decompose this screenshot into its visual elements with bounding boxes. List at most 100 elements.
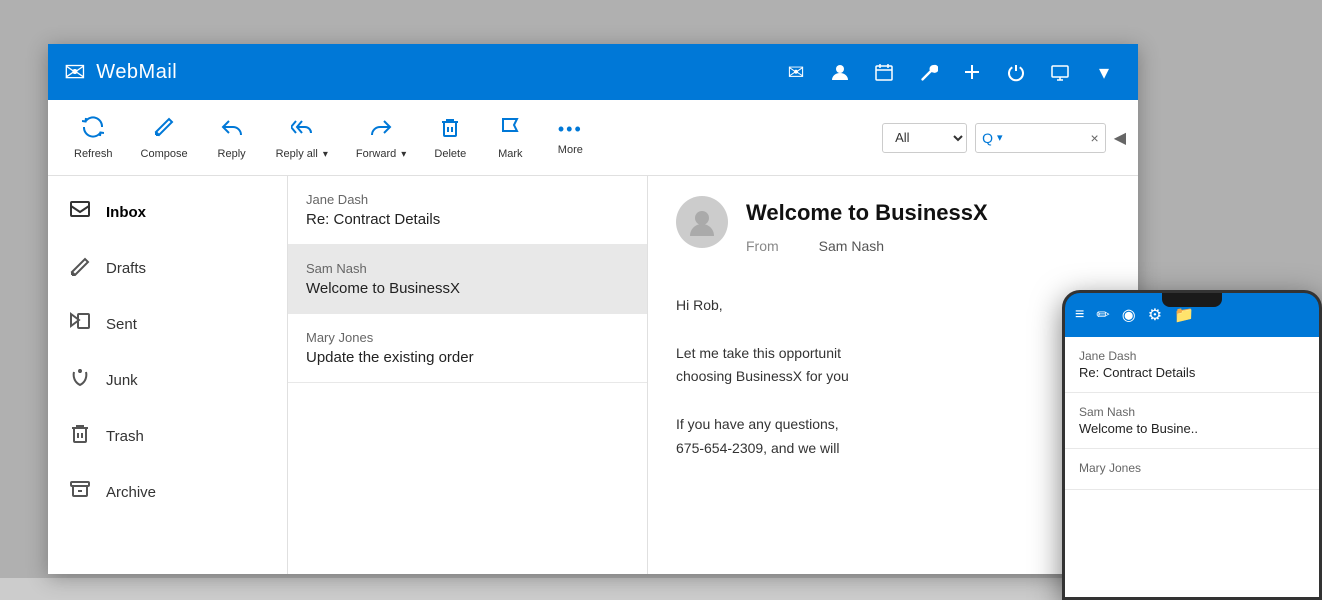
email-item-3[interactable]: Mary Jones Update the existing order <box>288 314 647 383</box>
search-input[interactable] <box>1007 130 1087 145</box>
mobile-folder-icon[interactable]: 📁 <box>1174 305 1194 325</box>
sidebar-item-archive[interactable]: Archive <box>48 464 287 520</box>
email-item-1[interactable]: Jane Dash Re: Contract Details <box>288 176 647 245</box>
mobile-overlay: ≡ ✏ ◉ ⚙ 📁 Jane Dash Re: Contract Details… <box>1062 290 1322 600</box>
email-body-line2: choosing BusinessX for you <box>676 365 1110 389</box>
mark-button[interactable]: Mark <box>480 110 540 166</box>
more-label: More <box>558 144 583 156</box>
sidebar-item-drafts[interactable]: Drafts <box>48 240 287 296</box>
main-window: ✉ WebMail ✉ <box>48 44 1138 574</box>
email-subject-2: Welcome to BusinessX <box>306 280 629 297</box>
email-subject-1: Re: Contract Details <box>306 211 629 228</box>
toolbar: Refresh Compose Reply Reply all ▾ <box>48 100 1138 176</box>
email-sender-2: Sam Nash <box>306 261 629 276</box>
forward-icon <box>370 116 392 144</box>
reply-all-button[interactable]: Reply all ▾ <box>262 110 342 166</box>
junk-icon <box>68 366 92 394</box>
wrench-nav-icon[interactable] <box>910 54 946 90</box>
delete-button[interactable]: Delete <box>420 110 480 166</box>
mobile-subject-2: Welcome to Busine.. <box>1079 421 1305 436</box>
filter-select[interactable]: All Unread Flagged <box>882 123 967 153</box>
more-button[interactable]: ••• More <box>540 113 600 162</box>
reply-button[interactable]: Reply <box>202 110 262 166</box>
drafts-icon <box>68 254 92 282</box>
archive-label: Archive <box>106 484 156 501</box>
mobile-edit-icon[interactable]: ✏ <box>1096 305 1109 325</box>
compose-button[interactable]: Compose <box>127 110 202 166</box>
compose-icon <box>153 116 175 144</box>
trash-label: Trash <box>106 428 144 445</box>
sent-icon <box>68 310 92 338</box>
email-from: From Sam Nash <box>746 238 1110 254</box>
forward-button[interactable]: Forward ▾ <box>342 110 420 166</box>
from-label: From <box>746 238 779 254</box>
reply-all-label: Reply all ▾ <box>276 148 328 160</box>
email-sender-3: Mary Jones <box>306 330 629 345</box>
mobile-eye-icon[interactable]: ◉ <box>1122 305 1136 325</box>
mobile-notch <box>1162 293 1222 307</box>
email-sender-1: Jane Dash <box>306 192 629 207</box>
search-icon: Q <box>982 130 993 146</box>
trash-icon <box>68 422 92 450</box>
add-nav-icon[interactable] <box>954 54 990 90</box>
sent-label: Sent <box>106 316 137 333</box>
app-title: WebMail <box>96 61 177 84</box>
mobile-sender-3: Mary Jones <box>1079 461 1305 475</box>
search-box: Q ▾ × <box>975 123 1106 153</box>
archive-icon <box>68 478 92 506</box>
app-container: ✉ WebMail ✉ <box>0 0 1322 578</box>
email-body-line4: 675-654-2309, and we will <box>676 437 1110 461</box>
delete-label: Delete <box>434 148 466 160</box>
mark-label: Mark <box>498 148 522 160</box>
mail-nav-icon[interactable]: ✉ <box>778 54 814 90</box>
reply-icon <box>221 116 243 144</box>
calendar-nav-icon[interactable] <box>866 54 902 90</box>
dropdown-nav-icon[interactable]: ▾ <box>1086 54 1122 90</box>
mobile-email-item-2[interactable]: Sam Nash Welcome to Busine.. <box>1065 393 1319 449</box>
sidebar-item-junk[interactable]: Junk <box>48 352 287 408</box>
mobile-subject-1: Re: Contract Details <box>1079 365 1305 380</box>
forward-label: Forward ▾ <box>356 148 406 160</box>
display-nav-icon[interactable] <box>1042 54 1078 90</box>
power-nav-icon[interactable] <box>998 54 1034 90</box>
sidebar: Inbox Drafts Sent <box>48 176 288 574</box>
mobile-sender-1: Jane Dash <box>1079 349 1305 363</box>
search-dropdown-icon[interactable]: ▾ <box>997 131 1003 144</box>
sidebar-item-sent[interactable]: Sent <box>48 296 287 352</box>
email-meta: Welcome to BusinessX From Sam Nash <box>746 200 1110 274</box>
app-logo: ✉ WebMail <box>64 57 778 88</box>
email-header-row: Welcome to BusinessX From Sam Nash <box>676 200 1110 274</box>
toolbar-collapse-icon[interactable]: ◀ <box>1114 128 1126 148</box>
content-area: Inbox Drafts Sent <box>48 176 1138 574</box>
mark-icon <box>499 116 521 144</box>
email-list: Jane Dash Re: Contract Details Sam Nash … <box>288 176 648 574</box>
junk-label: Junk <box>106 372 138 389</box>
email-body: Hi Rob, Let me take this opportunit choo… <box>676 294 1110 461</box>
inbox-icon <box>68 198 92 226</box>
reply-label: Reply <box>218 148 246 160</box>
drafts-label: Drafts <box>106 260 146 277</box>
sidebar-item-inbox[interactable]: Inbox <box>48 184 287 240</box>
mobile-email-item-1[interactable]: Jane Dash Re: Contract Details <box>1065 337 1319 393</box>
top-bar: ✉ WebMail ✉ <box>48 44 1138 100</box>
sidebar-item-trash[interactable]: Trash <box>48 408 287 464</box>
mobile-menu-icon[interactable]: ≡ <box>1075 306 1084 324</box>
mobile-gear-icon[interactable]: ⚙ <box>1148 305 1162 325</box>
email-body-line3: If you have any questions, <box>676 413 1110 437</box>
from-name: Sam Nash <box>819 238 884 254</box>
contact-nav-icon[interactable] <box>822 54 858 90</box>
email-greeting: Hi Rob, <box>676 294 1110 318</box>
refresh-icon <box>82 116 104 144</box>
delete-icon <box>439 116 461 144</box>
logo-icon: ✉ <box>64 57 86 88</box>
refresh-button[interactable]: Refresh <box>60 110 127 166</box>
search-clear-button[interactable]: × <box>1091 130 1099 146</box>
email-item-2[interactable]: Sam Nash Welcome to BusinessX <box>288 245 647 314</box>
toolbar-right: All Unread Flagged Q ▾ × ◀ <box>882 123 1126 153</box>
more-icon: ••• <box>558 119 583 140</box>
refresh-label: Refresh <box>74 148 113 160</box>
email-body-line1: Let me take this opportunit <box>676 342 1110 366</box>
mobile-email-item-3[interactable]: Mary Jones <box>1065 449 1319 490</box>
top-nav-icons: ✉ ▾ <box>778 54 1122 90</box>
compose-label: Compose <box>141 148 188 160</box>
